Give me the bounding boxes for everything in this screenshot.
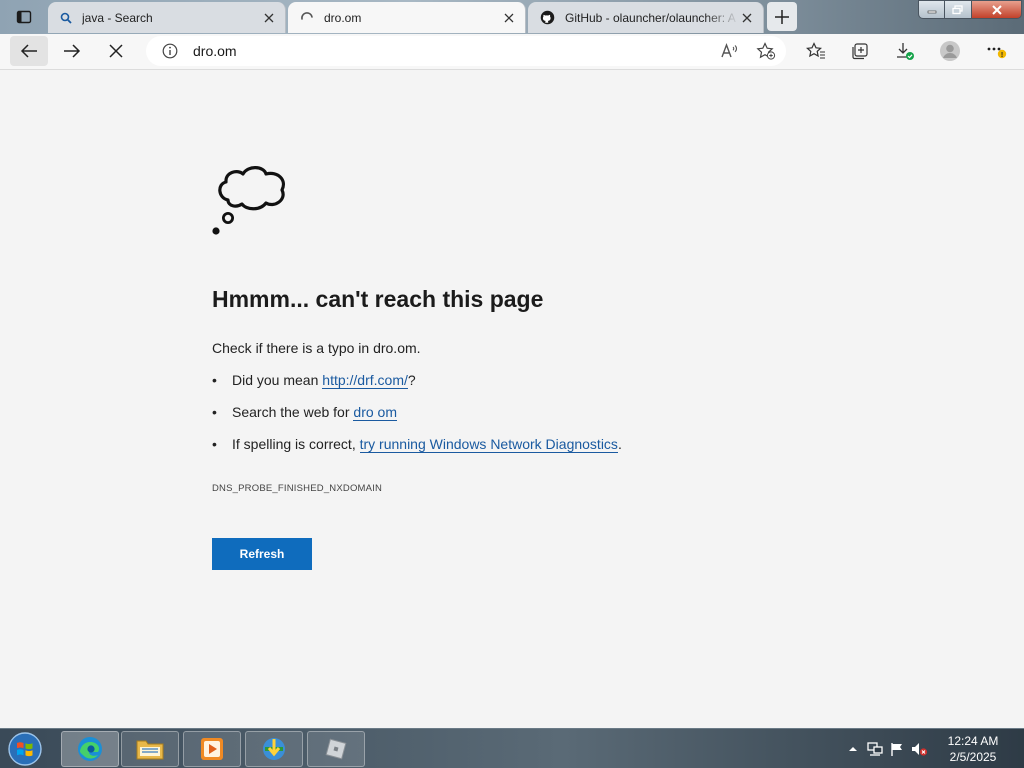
favorites-button[interactable] (800, 36, 832, 66)
network-diagnostics-link[interactable]: try running Windows Network Diagnostics (359, 436, 618, 453)
close-icon (264, 13, 274, 22)
info-icon[interactable] (162, 43, 178, 59)
restore-button[interactable] (945, 0, 972, 19)
window-controls (918, 0, 1022, 20)
close-icon (504, 13, 514, 22)
close-icon (742, 13, 752, 22)
file-explorer-icon (136, 740, 164, 760)
suggestion-suffix: . (617, 436, 622, 452)
bullet: • (212, 404, 217, 420)
downloads-button[interactable] (889, 36, 921, 66)
suggestion-prefix: If spelling is correct, (232, 436, 360, 452)
suggestion-list: • Did you mean http://drf.com/? • Search… (212, 372, 622, 468)
network-tray-button[interactable] (864, 738, 886, 760)
taskbar-clock[interactable]: 12:24 AM 2/5/2025 (938, 733, 1008, 765)
collections-icon (852, 43, 868, 60)
github-icon (540, 10, 555, 25)
tab-title: GitHub - olauncher/olauncher: A (565, 10, 736, 25)
clock-date: 2/5/2025 (949, 750, 997, 764)
suggestion-text: Did you mean http://drf.com/? (232, 372, 416, 389)
action-center-button[interactable] (886, 738, 908, 760)
restore-icon (952, 4, 963, 14)
tab-title: dro.om (324, 10, 362, 25)
refresh-button[interactable]: Refresh (212, 538, 312, 570)
error-title: Hmmm... can't reach this page (212, 286, 544, 312)
tab-close-button[interactable] (261, 10, 277, 26)
list-item: • If spelling is correct, try running Wi… (212, 436, 622, 468)
url-text[interactable]: dro.om (193, 43, 237, 59)
media-player-icon (201, 738, 223, 760)
add-favorite-icon[interactable] (756, 42, 776, 60)
navigation-toolbar: dro.om ! (0, 34, 1024, 70)
bullet: • (212, 372, 217, 388)
tab-title: java - Search (82, 10, 153, 25)
download-icon (897, 43, 914, 60)
suggestion-prefix: Did you mean (232, 372, 323, 388)
favorites-icon (806, 42, 825, 59)
roblox-icon (325, 738, 347, 760)
show-hidden-icons-button[interactable] (842, 738, 864, 760)
typo-hint: Check if there is a typo in dro.om. (212, 340, 421, 356)
tab-java-search[interactable]: java - Search (48, 2, 286, 33)
clock-time: 12:24 AM (947, 734, 999, 748)
back-button[interactable] (10, 36, 48, 66)
edge-icon (78, 737, 102, 761)
minimize-icon (927, 10, 936, 13)
windows-start-icon (8, 732, 42, 766)
chevron-up-icon (849, 747, 857, 751)
suggestion-suffix: ? (407, 372, 416, 388)
suggested-url-link[interactable]: http://drf.com/ (322, 372, 408, 389)
list-item: • Search the web for dro om (212, 404, 622, 436)
more-options-icon: ! (987, 47, 1007, 59)
tab-close-button[interactable] (501, 10, 517, 26)
tab-actions-icon (16, 10, 32, 24)
close-window-button[interactable] (972, 0, 1022, 19)
tab-github-olauncher[interactable]: GitHub - olauncher/olauncher: A (528, 2, 764, 33)
bullet: • (212, 436, 217, 452)
system-tray (842, 729, 930, 768)
close-icon (991, 4, 1002, 15)
forward-button[interactable] (56, 36, 88, 66)
plus-icon (775, 9, 789, 24)
volume-muted-icon (912, 743, 928, 756)
address-bar[interactable]: dro.om (146, 36, 786, 66)
arrow-left-icon (20, 44, 37, 58)
list-item: • Did you mean http://drf.com/? (212, 372, 622, 404)
start-button[interactable] (5, 731, 45, 767)
taskbar-edge[interactable] (61, 731, 119, 767)
suggestion-text: If spelling is correct, try running Wind… (232, 436, 622, 453)
tab-actions-button[interactable] (4, 4, 44, 30)
download-manager-icon (263, 738, 285, 760)
loading-icon (301, 11, 313, 20)
thought-cloud-icon (212, 166, 285, 235)
taskbar-file-explorer[interactable] (121, 731, 179, 767)
flag-icon (891, 743, 902, 756)
tab-strip: java - Search dro.om GitHub - olauncher/… (0, 0, 1024, 34)
search-icon (60, 12, 72, 24)
avatar-icon (940, 41, 960, 61)
taskbar: 12:24 AM 2/5/2025 (0, 728, 1024, 768)
page-content: Hmmm... can't reach this page Check if t… (0, 70, 1024, 728)
network-icon (867, 742, 883, 756)
tab-close-button[interactable] (739, 10, 755, 26)
minimize-button[interactable] (918, 0, 945, 19)
collections-button[interactable] (844, 36, 876, 66)
taskbar-media-player[interactable] (183, 731, 241, 767)
stop-loading-button[interactable] (100, 36, 132, 66)
arrow-right-icon (64, 44, 81, 58)
tab-dro-om[interactable]: dro.om (288, 2, 526, 33)
close-icon (109, 44, 123, 58)
taskbar-download-manager[interactable] (245, 731, 303, 767)
read-aloud-icon[interactable] (720, 42, 738, 60)
svg-text:!: ! (1001, 52, 1003, 59)
settings-more-button[interactable]: ! (980, 36, 1012, 66)
error-code: DNS_PROBE_FINISHED_NXDOMAIN (212, 483, 383, 494)
suggestion-prefix: Search the web for (232, 404, 354, 420)
search-web-link[interactable]: dro om (353, 404, 397, 421)
taskbar-roblox[interactable] (307, 731, 365, 767)
suggestion-text: Search the web for dro om (232, 404, 397, 421)
volume-button[interactable] (908, 738, 930, 760)
new-tab-button[interactable] (767, 2, 797, 31)
profile-button[interactable] (934, 36, 966, 66)
